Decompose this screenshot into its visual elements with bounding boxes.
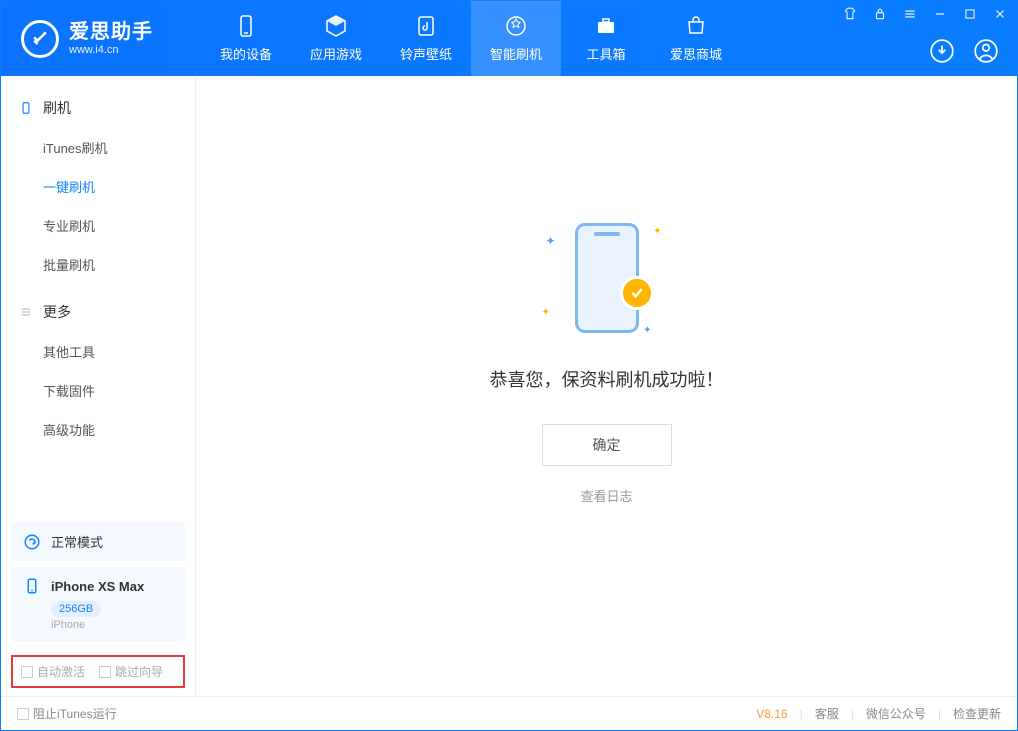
lock-icon[interactable] <box>873 7 887 21</box>
opt-auto-activate[interactable]: 自动激活 <box>21 663 85 680</box>
footer-link-wechat[interactable]: 微信公众号 <box>866 705 926 722</box>
success-illustration: ✦ ✦ ✦ ✦ <box>542 218 672 338</box>
sidebar-item-advanced[interactable]: 高级功能 <box>1 410 195 449</box>
tab-label: 铃声壁纸 <box>400 44 452 63</box>
device-storage: 256GB <box>51 601 101 617</box>
sparkle-icon: ✦ <box>542 307 550 318</box>
sidebar-item-oneclick-flash[interactable]: 一键刷机 <box>1 167 195 206</box>
app-subtitle: www.i4.cn <box>69 44 153 57</box>
maximize-icon[interactable] <box>963 7 977 21</box>
footer-link-update[interactable]: 检查更新 <box>953 705 1001 722</box>
sparkle-icon: ✦ <box>643 325 651 336</box>
main-content: ✦ ✦ ✦ ✦ 恭喜您，保资料刷机成功啦！ 确定 查看日志 <box>196 76 1017 696</box>
tab-store[interactable]: 爱思商城 <box>651 1 741 76</box>
opt-block-itunes[interactable]: 阻止iTunes运行 <box>17 705 117 722</box>
user-icon[interactable] <box>973 38 999 64</box>
sync-icon <box>23 533 41 551</box>
tab-smart-flash[interactable]: 智能刷机 <box>471 1 561 76</box>
menu-icon[interactable] <box>903 7 917 21</box>
logo-area: 爱思助手 www.i4.cn <box>1 20 201 58</box>
tab-label: 智能刷机 <box>490 44 542 63</box>
device-type: iPhone <box>51 619 173 631</box>
sidebar-item-itunes-flash[interactable]: iTunes刷机 <box>1 128 195 167</box>
close-icon[interactable] <box>993 7 1007 21</box>
tab-label: 我的设备 <box>220 44 272 63</box>
footer-link-support[interactable]: 客服 <box>815 705 839 722</box>
status-mode-box[interactable]: 正常模式 <box>11 522 185 561</box>
body-area: 刷机 iTunes刷机 一键刷机 专业刷机 批量刷机 更多 其他工具 下载固件 … <box>1 76 1017 696</box>
checkbox[interactable] <box>99 666 111 678</box>
section-header-label: 刷机 <box>43 98 71 118</box>
sidebar-item-download-firmware[interactable]: 下载固件 <box>1 371 195 410</box>
check-badge-icon <box>620 276 654 310</box>
sparkle-icon: ✦ <box>546 234 556 248</box>
header-right-icons <box>929 38 999 64</box>
sidebar-item-other-tools[interactable]: 其他工具 <box>1 332 195 371</box>
view-log-link[interactable]: 查看日志 <box>580 486 632 505</box>
app-logo-icon <box>21 20 59 58</box>
minimize-icon[interactable] <box>933 7 947 21</box>
opt-label: 自动激活 <box>37 663 85 680</box>
tab-apps-games[interactable]: 应用游戏 <box>291 1 381 76</box>
tab-label: 应用游戏 <box>310 44 362 63</box>
sidebar-item-pro-flash[interactable]: 专业刷机 <box>1 206 195 245</box>
checkbox[interactable] <box>21 666 33 678</box>
sparkle-icon: ✦ <box>653 226 661 237</box>
success-message: 恭喜您，保资料刷机成功啦！ <box>490 366 724 392</box>
status-mode-label: 正常模式 <box>51 532 103 551</box>
app-header: 爱思助手 www.i4.cn 我的设备 应用游戏 铃声壁纸 智能刷机 工具箱 爱… <box>1 1 1017 76</box>
tab-label: 爱思商城 <box>670 44 722 63</box>
device-icon <box>19 101 33 115</box>
confirm-button[interactable]: 确定 <box>542 424 672 466</box>
checkbox[interactable] <box>17 708 29 720</box>
sidebar: 刷机 iTunes刷机 一键刷机 专业刷机 批量刷机 更多 其他工具 下载固件 … <box>1 76 196 696</box>
tab-my-device[interactable]: 我的设备 <box>201 1 291 76</box>
download-icon[interactable] <box>929 38 955 64</box>
shirt-icon[interactable] <box>843 7 857 21</box>
sidebar-item-batch-flash[interactable]: 批量刷机 <box>1 245 195 284</box>
opt-label: 阻止iTunes运行 <box>33 705 117 722</box>
device-box[interactable]: iPhone XS Max 256GB iPhone <box>11 567 185 641</box>
phone-icon <box>23 577 41 595</box>
tab-label: 工具箱 <box>586 44 625 63</box>
tab-toolbox[interactable]: 工具箱 <box>561 1 651 76</box>
footer: 阻止iTunes运行 V8.16 | 客服 | 微信公众号 | 检查更新 <box>1 696 1017 730</box>
opt-label: 跳过向导 <box>115 663 163 680</box>
tab-ringtones-wallpapers[interactable]: 铃声壁纸 <box>381 1 471 76</box>
sidebar-section-flash: 刷机 <box>1 88 195 128</box>
version-label: V8.16 <box>756 707 787 721</box>
section-header-label: 更多 <box>43 302 71 322</box>
bottom-options-highlighted: 自动激活 跳过向导 <box>11 655 185 688</box>
device-name: iPhone XS Max <box>51 579 144 594</box>
list-icon <box>19 305 33 319</box>
nav-tabs: 我的设备 应用游戏 铃声壁纸 智能刷机 工具箱 爱思商城 <box>201 1 741 76</box>
window-controls <box>843 7 1007 21</box>
sidebar-section-more: 更多 <box>1 292 195 332</box>
app-title: 爱思助手 <box>69 21 153 44</box>
opt-skip-guide[interactable]: 跳过向导 <box>99 663 163 680</box>
